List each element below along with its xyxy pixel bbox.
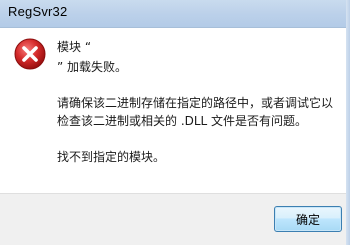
message-detail-paragraph: 请确保该二进制存储在指定的路径中，或者调试它以检查该二进制或相关的 .DLL 文… bbox=[57, 96, 334, 128]
message-load-failed-line: ” 加载失败。 bbox=[57, 60, 128, 74]
ok-button[interactable]: 确定 bbox=[274, 206, 342, 232]
title-bar[interactable]: RegSvr32 bbox=[0, 0, 350, 28]
error-icon bbox=[14, 38, 46, 70]
message-error-reason: 找不到指定的模块。 bbox=[57, 150, 166, 164]
dialog-content: 模块 “ ” 加载失败。 请确保该二进制存储在指定的路径中，或者调试它以检查该二… bbox=[0, 28, 350, 193]
window-title: RegSvr32 bbox=[8, 4, 68, 19]
dialog-footer: 确定 bbox=[0, 193, 350, 245]
message-module-line: 模块 “ bbox=[57, 40, 92, 54]
window-frame-edge bbox=[346, 0, 350, 245]
dialog-window: RegSvr32 模块 “ ” 加载失败。 请确保该二进制存储在指定的路径中，或… bbox=[0, 0, 350, 245]
